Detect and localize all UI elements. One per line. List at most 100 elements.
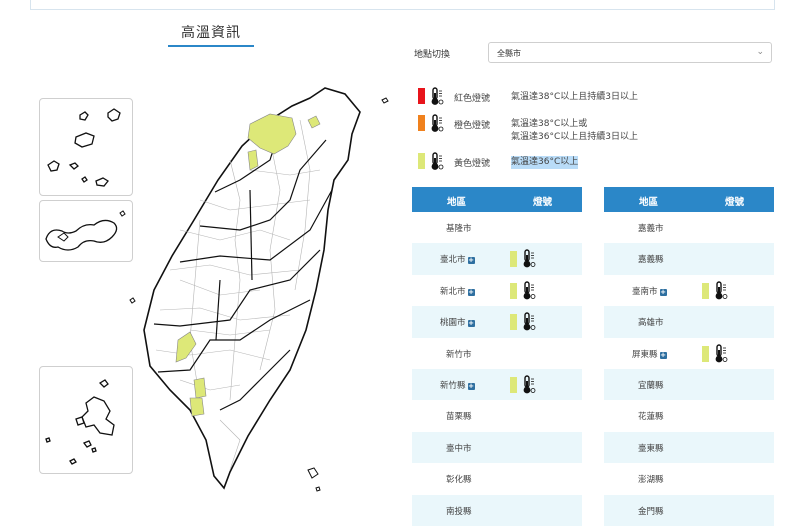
thermometer-icon (715, 343, 728, 362)
table-row: 臺北市 + (412, 243, 582, 275)
location-label: 地點切換 (414, 50, 451, 60)
table-row: 花蓮縣 (604, 400, 774, 431)
legend-yellow-swatch (418, 153, 425, 169)
table-row: 臺中市 (412, 431, 582, 464)
legend-orange-label: 橙色燈號 (454, 121, 491, 131)
top-frame (30, 0, 775, 10)
region-name: 南投縣 (446, 505, 472, 517)
region-name-text: 澎湖縣 (638, 475, 664, 486)
region-name: 宜蘭縣 (638, 379, 664, 391)
region-name[interactable]: 臺南市 + (632, 285, 667, 297)
table-row: 嘉義市 (604, 212, 774, 243)
legend-red-label: 紅色燈號 (454, 94, 491, 104)
region-name-text: 彰化縣 (446, 475, 472, 486)
region-name-text: 屏東縣 (632, 349, 658, 360)
region-name[interactable]: 新北市 + (440, 285, 475, 297)
region-name-text: 桃園市 (440, 318, 466, 329)
table-row: 苗栗縣 (412, 400, 582, 431)
thermometer-icon (431, 114, 444, 132)
table-row: 新竹縣 + (412, 368, 582, 401)
region-name[interactable]: 新竹縣 + (440, 379, 475, 391)
table-row: 宜蘭縣 (604, 368, 774, 401)
plus-square-icon[interactable]: + (659, 351, 667, 359)
region-name-text: 金門縣 (638, 506, 664, 517)
region-name-text: 臺南市 (632, 286, 658, 297)
region-name: 新竹市 (446, 348, 472, 360)
page-title: 高溫資訊 (168, 22, 254, 47)
region-name: 花蓮縣 (638, 410, 664, 422)
legend-red-swatch (418, 88, 425, 104)
region-name: 臺東縣 (638, 442, 664, 454)
plus-square-icon[interactable]: + (467, 320, 475, 328)
region-name[interactable]: 屏東縣 + (632, 348, 667, 360)
signal-swatch (702, 282, 709, 299)
highlight-hsinchu (247, 149, 259, 171)
chevron-down-icon: ⌄ (756, 47, 764, 57)
region-table-left: 地區 燈號 基隆市 臺北市 + 新北市 + 桃園市 + 新竹市 新竹縣 + 苗栗縣 臺中市 彰化縣 南投縣 (412, 187, 582, 526)
region-name: 苗栗縣 (446, 410, 472, 422)
plus-square-icon[interactable]: + (467, 257, 475, 265)
table-row: 高雄市 (604, 306, 774, 338)
taiwan-map[interactable] (120, 80, 400, 500)
legend-orange-desc-2: 氣溫達36°C以上且持續3日以上 (511, 132, 638, 142)
table-header: 地區 燈號 (412, 187, 582, 212)
table-row: 新竹市 (412, 338, 582, 369)
legend-yellow-desc: 氣溫達36°C以上 (511, 156, 579, 169)
header-signal: 燈號 (725, 197, 745, 208)
table-row: 新北市 + (412, 275, 582, 306)
signal-swatch (510, 314, 517, 331)
region-name-text: 臺東縣 (638, 443, 664, 454)
signal-swatch (510, 282, 517, 299)
region-name-text: 嘉義縣 (638, 255, 664, 266)
region-name-text: 嘉義市 (638, 224, 664, 234)
legend-orange-desc-1: 氣溫達38°C以上或 (511, 119, 588, 129)
table-row: 南投縣 (412, 494, 582, 526)
thermometer-icon (523, 281, 536, 300)
inset-map-penghu[interactable] (39, 366, 133, 474)
table-row: 嘉義縣 (604, 243, 774, 275)
region-name-text: 高雄市 (638, 318, 664, 329)
table-row: 桃園市 + (412, 306, 582, 338)
region-name-text: 宜蘭縣 (638, 380, 664, 391)
header-region: 地區 (639, 197, 659, 208)
location-select[interactable]: 全縣市 ⌄ (488, 42, 772, 63)
region-name-text: 新竹市 (446, 349, 472, 360)
thermometer-icon (715, 281, 728, 300)
inset-map-matsu[interactable] (39, 98, 133, 196)
region-name: 基隆市 (446, 222, 472, 234)
region-name[interactable]: 臺北市 + (440, 253, 475, 265)
location-selected-value: 全縣市 (497, 49, 521, 58)
plus-square-icon[interactable]: + (467, 288, 475, 296)
table-row: 屏東縣 + (604, 338, 774, 369)
highlight-pingtung-1 (193, 377, 207, 399)
region-name-text: 新北市 (440, 286, 466, 297)
region-name: 金門縣 (638, 505, 664, 517)
region-name-text: 臺北市 (440, 255, 466, 266)
region-name: 嘉義縣 (638, 253, 664, 265)
thermometer-icon (523, 312, 536, 331)
thermometer-icon (523, 375, 536, 394)
region-name-text: 南投縣 (446, 506, 472, 517)
region-name: 高雄市 (638, 316, 664, 328)
table-row: 彰化縣 (412, 463, 582, 494)
table-row: 澎湖縣 (604, 463, 774, 494)
region-name: 嘉義市 (638, 222, 664, 234)
thermometer-icon (431, 152, 444, 170)
region-name-text: 花蓮縣 (638, 412, 664, 423)
signal-swatch (510, 251, 517, 268)
plus-square-icon[interactable]: + (467, 382, 475, 390)
highlight-pingtung-2 (189, 397, 205, 417)
thermometer-icon (523, 249, 536, 268)
plus-square-icon[interactable]: + (659, 288, 667, 296)
region-table-right: 地區 燈號 嘉義市 嘉義縣 臺南市 + 高雄市 屏東縣 + 宜蘭縣 花蓮縣 臺東縣 澎湖縣 金門縣 (604, 187, 774, 526)
region-name[interactable]: 桃園市 + (440, 316, 475, 328)
inset-map-kinmen[interactable] (39, 200, 133, 262)
region-name-text: 臺中市 (446, 443, 472, 454)
region-name-text: 新竹縣 (440, 380, 466, 391)
region-name-text: 基隆市 (446, 224, 472, 234)
table-row: 臺南市 + (604, 275, 774, 306)
region-name: 澎湖縣 (638, 473, 664, 485)
header-signal: 燈號 (533, 197, 553, 208)
thermometer-icon (431, 87, 444, 105)
table-header: 地區 燈號 (604, 187, 774, 212)
